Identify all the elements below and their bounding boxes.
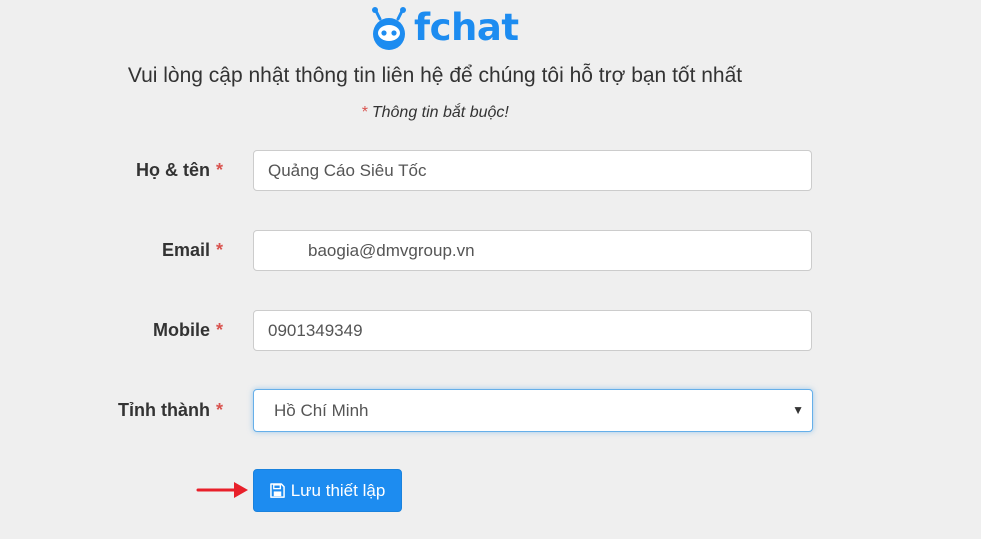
email-required-asterisk: * bbox=[215, 240, 223, 260]
mobile-required-asterisk: * bbox=[215, 320, 223, 340]
name-field[interactable]: Quảng Cáo Siêu Tốc bbox=[253, 150, 812, 191]
save-settings-button[interactable]: Lưu thiết lập bbox=[253, 469, 402, 512]
required-note-text: Thông tin bắt buộc! bbox=[371, 104, 509, 121]
name-label-text: Họ & tên bbox=[135, 160, 210, 180]
province-label: Tỉnh thành * bbox=[118, 389, 223, 431]
floppy-disk-icon bbox=[269, 483, 285, 498]
email-label: Email * bbox=[162, 229, 223, 271]
province-label-text: Tỉnh thành bbox=[118, 400, 210, 420]
province-selected-value: Hồ Chí Minh bbox=[274, 401, 369, 420]
name-label: Họ & tên * bbox=[136, 149, 223, 191]
chevron-down-icon: ▼ bbox=[792, 403, 804, 417]
mobile-label: Mobile * bbox=[153, 309, 223, 351]
email-field[interactable]: baogia@dmvgroup.vn bbox=[253, 230, 812, 271]
mobile-field[interactable]: 0901349349 bbox=[253, 310, 812, 351]
save-button-label: Lưu thiết lập bbox=[290, 480, 386, 500]
email-label-text: Email bbox=[161, 240, 210, 260]
robot-icon bbox=[372, 7, 406, 50]
page-subtitle: Vui lòng cập nhật thông tin liên hệ để c… bbox=[127, 64, 743, 87]
province-required-asterisk: * bbox=[215, 400, 223, 420]
required-asterisk: * bbox=[361, 104, 368, 121]
name-required-asterisk: * bbox=[215, 160, 223, 180]
mobile-label-text: Mobile bbox=[152, 320, 210, 340]
required-note: * Thông tin bắt buộc! bbox=[0, 101, 870, 125]
brand-name: fchat bbox=[414, 6, 519, 49]
annotation-arrow-icon bbox=[196, 482, 248, 498]
fchat-logo: fchat bbox=[368, 6, 519, 50]
province-select[interactable]: Hồ Chí Minh ▼ bbox=[253, 389, 813, 432]
